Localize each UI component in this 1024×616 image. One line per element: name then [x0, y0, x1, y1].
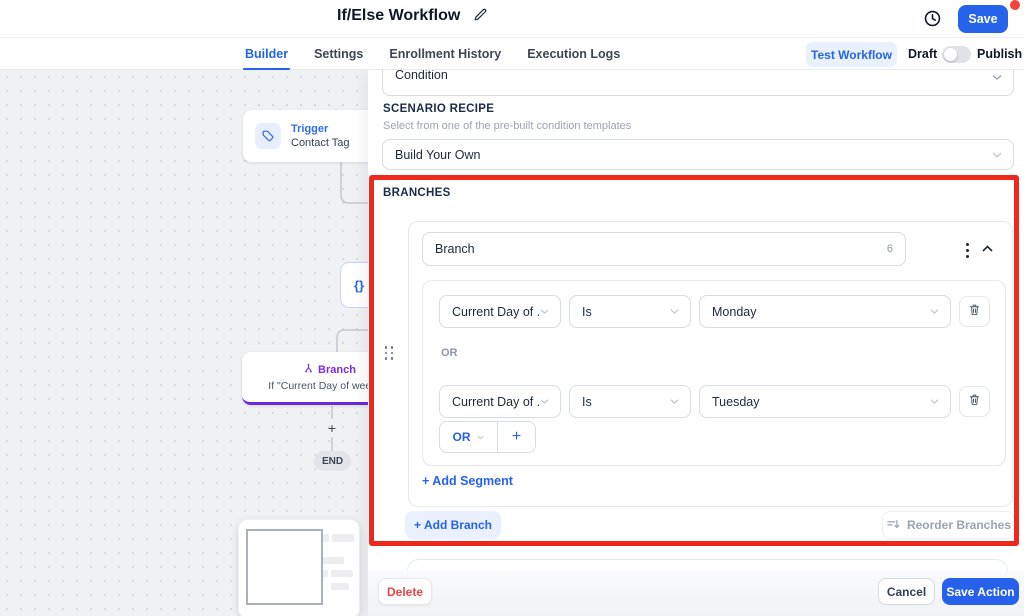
scenario-recipe-select[interactable]: Build Your Own — [382, 139, 1014, 170]
chevron-down-icon — [669, 307, 680, 316]
branch-name-char-count: 6 — [887, 243, 905, 255]
condition-field-select[interactable]: Current Day of ... — [439, 385, 561, 418]
chevron-down-icon — [669, 397, 680, 406]
trigger-node-subtitle: Contact Tag — [291, 137, 350, 149]
branch-name-input[interactable]: Branch 6 — [422, 232, 906, 266]
minimap[interactable] — [238, 519, 360, 616]
cancel-button[interactable]: Cancel — [878, 578, 935, 605]
tag-icon — [255, 123, 281, 149]
edit-title-button[interactable] — [473, 7, 488, 25]
condition-value-select[interactable]: Monday — [699, 295, 951, 328]
condition-operator-value: Is — [570, 395, 669, 409]
add-branch-button[interactable]: + Add Branch — [405, 511, 501, 539]
scenario-recipe-label: SCENARIO RECIPE — [383, 103, 494, 115]
joiner-type-value: OR — [453, 430, 471, 444]
reorder-icon — [886, 518, 900, 533]
segment-drag-handle-icon[interactable] — [382, 342, 396, 364]
workflow-builder-app: Trigger Contact Tag {} Branch If "Curren… — [0, 0, 1024, 616]
tab-enrollment-history[interactable]: Enrollment History — [389, 38, 501, 70]
delete-condition-button[interactable] — [959, 296, 990, 327]
condition-value-select[interactable]: Tuesday — [699, 385, 951, 418]
action-settings-panel: Condition SCENARIO RECIPE Select from on… — [368, 70, 1024, 616]
branch-collapse-button[interactable] — [981, 241, 994, 256]
toggle-knob — [944, 48, 957, 61]
chevron-down-icon — [539, 307, 550, 316]
scenario-recipe-value: Build Your Own — [383, 148, 991, 162]
page-title: If/Else Workflow — [337, 7, 460, 25]
joiner-type-select[interactable]: OR — [440, 422, 497, 452]
branch-name-value: Branch — [423, 242, 887, 256]
branch-split-icon — [303, 363, 314, 377]
chevron-down-icon — [929, 397, 940, 406]
branches-section-label: BRANCHES — [383, 187, 451, 199]
branch-node-title: Branch — [318, 364, 356, 376]
reorder-branches-button[interactable]: Reorder Branches — [882, 511, 1015, 539]
chevron-down-icon — [476, 430, 485, 444]
save-button[interactable]: Save — [958, 5, 1008, 33]
chevron-down-icon — [991, 150, 1003, 160]
condition-value: Monday — [700, 305, 929, 319]
history-button[interactable] — [923, 9, 942, 31]
draft-label: Draft — [908, 47, 937, 61]
code-braces-icon: {} — [354, 278, 364, 293]
condition-field-value: Current Day of ... — [440, 395, 539, 409]
branch-menu-kebab-icon[interactable] — [960, 239, 974, 261]
trigger-node-title: Trigger — [291, 123, 350, 135]
condition-operator-value: Is — [570, 305, 669, 319]
condition-operator-select[interactable]: Is — [569, 295, 691, 328]
pencil-icon — [473, 7, 488, 25]
condition-field-value: Current Day of ... — [440, 305, 539, 319]
tab-builder[interactable]: Builder — [245, 38, 288, 70]
condition-field-select[interactable]: Current Day of ... — [439, 295, 561, 328]
add-segment-button[interactable]: + Add Segment — [422, 474, 513, 488]
minimap-node-bar — [332, 534, 354, 542]
minimap-node-bar — [331, 583, 349, 590]
end-badge: END — [314, 451, 351, 471]
delete-condition-button[interactable] — [959, 386, 990, 417]
delete-button[interactable]: Delete — [378, 578, 432, 605]
condition-type-value: Condition — [383, 70, 991, 82]
minimap-node-bar — [331, 570, 353, 577]
test-workflow-button[interactable]: Test Workflow — [806, 42, 897, 67]
segment-card: Current Day of ... Is Monday OR Current … — [422, 280, 1006, 466]
condition-value: Tuesday — [700, 395, 929, 409]
add-action-plus-button[interactable]: + — [324, 420, 340, 436]
condition-joiner-label: OR — [441, 347, 458, 359]
add-condition-button[interactable]: + — [497, 422, 535, 452]
chevron-down-icon — [991, 70, 1003, 80]
minimap-viewport[interactable] — [246, 529, 323, 605]
chevron-down-icon — [539, 397, 550, 406]
tab-settings[interactable]: Settings — [314, 38, 363, 70]
trash-icon — [968, 303, 981, 320]
workflow-tabbar: Builder Settings Enrollment History Exec… — [0, 38, 1024, 70]
publish-toggle[interactable] — [942, 46, 971, 63]
top-header: If/Else Workflow Save — [0, 0, 1024, 38]
publish-label: Publish — [977, 47, 1022, 61]
chevron-up-icon — [981, 241, 994, 256]
chevron-down-icon — [929, 307, 940, 316]
condition-type-select[interactable]: Condition — [382, 70, 1014, 96]
save-action-button[interactable]: Save Action — [942, 578, 1019, 605]
reorder-branches-label: Reorder Branches — [907, 518, 1011, 532]
unsaved-changes-dot — [1010, 0, 1020, 10]
trash-icon — [968, 393, 981, 410]
add-condition-group: OR + — [439, 421, 536, 453]
scenario-recipe-hint: Select from one of the pre-built conditi… — [383, 120, 631, 132]
condition-operator-select[interactable]: Is — [569, 385, 691, 418]
tab-execution-logs[interactable]: Execution Logs — [527, 38, 620, 70]
clock-history-icon — [923, 9, 942, 31]
